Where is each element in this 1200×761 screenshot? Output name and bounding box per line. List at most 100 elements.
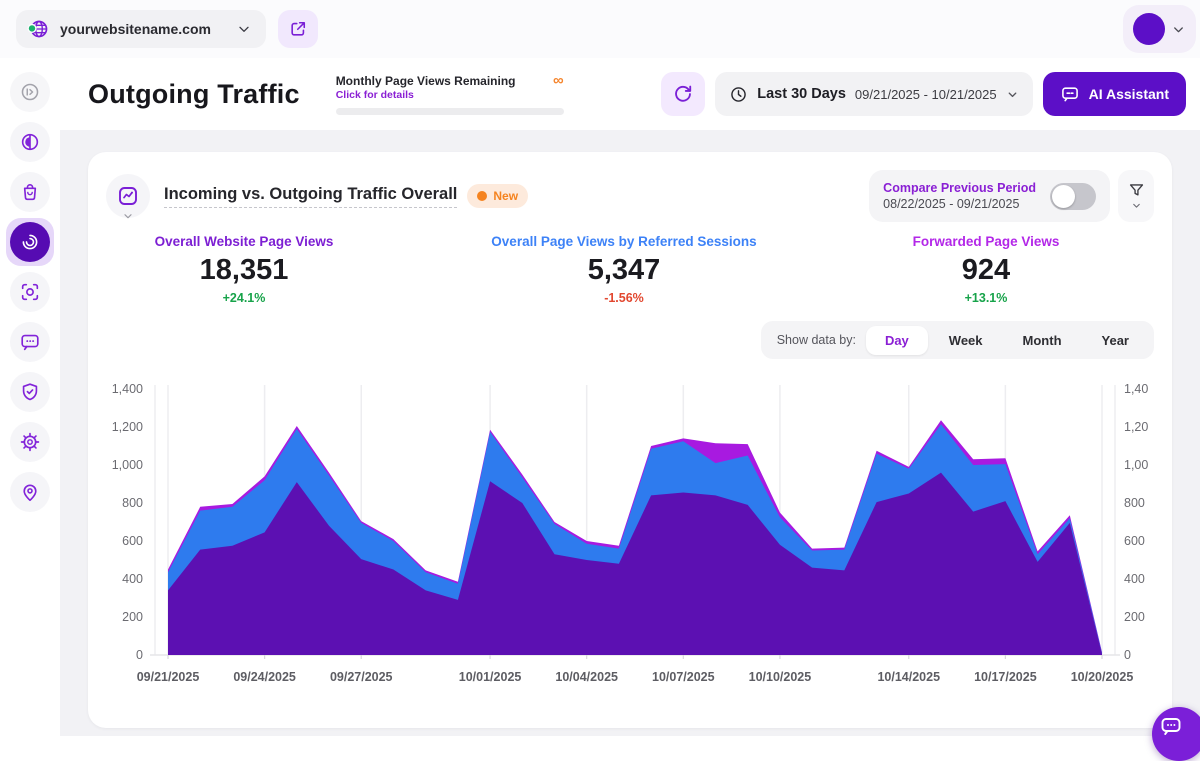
globe-icon	[26, 17, 50, 41]
page-title: Outgoing Traffic	[88, 79, 300, 110]
svg-text:1,000: 1,000	[1124, 458, 1148, 472]
filter-button[interactable]	[1118, 170, 1154, 222]
new-badge: New	[467, 184, 528, 208]
store-bag-icon	[19, 181, 41, 203]
chevron-down-icon	[1131, 200, 1142, 211]
ai-assistant-button[interactable]: AI Assistant	[1043, 72, 1186, 116]
svg-text:600: 600	[122, 534, 143, 548]
stat-value: 18,351	[88, 254, 400, 287]
sidebar-item-settings[interactable]	[10, 422, 50, 462]
date-range-preset: Last 30 Days	[757, 86, 846, 102]
svg-text:10/17/2025: 10/17/2025	[974, 670, 1037, 684]
svg-text:10/01/2025: 10/01/2025	[459, 670, 522, 684]
sidebar	[0, 58, 61, 736]
refresh-button[interactable]	[661, 72, 705, 116]
website-name: yourwebsitename.com	[60, 21, 226, 37]
card-title: Incoming vs. Outgoing Traffic Overall	[164, 185, 457, 208]
website-selector[interactable]: yourwebsitename.com	[16, 10, 266, 48]
tab-day[interactable]: Day	[866, 326, 928, 355]
svg-text:0: 0	[136, 648, 143, 662]
open-website-button[interactable]	[278, 10, 318, 48]
chat-bubble-icon	[1060, 84, 1080, 104]
svg-text:400: 400	[122, 572, 143, 586]
tab-month[interactable]: Month	[1004, 326, 1081, 355]
svg-text:0: 0	[1124, 648, 1131, 662]
tab-week[interactable]: Week	[930, 326, 1002, 355]
funnel-icon	[1127, 181, 1146, 200]
svg-text:400: 400	[1124, 572, 1145, 586]
quota-details-link[interactable]: Click for details	[336, 89, 516, 101]
svg-text:1,000: 1,000	[112, 458, 143, 472]
capture-scan-icon	[19, 281, 41, 303]
stat-delta: -1.56%	[400, 291, 848, 305]
chevron-down-icon	[1006, 88, 1019, 101]
compare-previous-period: Compare Previous Period 08/22/2025 - 09/…	[869, 170, 1110, 222]
chat-messages-icon	[19, 331, 41, 353]
stat-value: 5,347	[400, 254, 848, 287]
svg-text:200: 200	[1124, 610, 1145, 624]
analytics-pie-icon	[19, 131, 41, 153]
svg-text:09/24/2025: 09/24/2025	[233, 670, 296, 684]
main-content: Incoming vs. Outgoing Traffic Overall Ne…	[60, 130, 1200, 736]
avatar	[1133, 13, 1165, 45]
stat-label: Overall Website Page Views	[88, 234, 400, 249]
date-range-picker[interactable]: Last 30 Days 09/21/2025 - 10/21/2025	[715, 72, 1032, 116]
sidebar-item-security[interactable]	[10, 372, 50, 412]
svg-text:200: 200	[122, 610, 143, 624]
svg-text:10/07/2025: 10/07/2025	[652, 670, 715, 684]
compare-label: Compare Previous Period	[883, 180, 1036, 196]
refresh-icon	[672, 83, 694, 105]
location-pin-icon	[19, 481, 41, 503]
settings-gear-icon	[19, 431, 41, 453]
compare-toggle[interactable]	[1050, 183, 1096, 210]
svg-text:1,200: 1,200	[1124, 420, 1148, 434]
chart-widget-icon	[116, 184, 140, 208]
widget-menu-button[interactable]	[106, 174, 150, 218]
tab-year[interactable]: Year	[1083, 326, 1148, 355]
external-link-icon	[288, 19, 308, 39]
badge-dot-icon	[477, 191, 487, 201]
chart-toolbar: Show data by: Day Week Month Year	[88, 321, 1172, 359]
date-range-value: 09/21/2025 - 10/21/2025	[855, 87, 997, 102]
show-data-by-control: Show data by: Day Week Month Year	[761, 321, 1154, 359]
badge-label: New	[493, 189, 518, 203]
sidebar-item-analytics[interactable]	[10, 122, 50, 162]
chart-area: 002002004004006006008008001,0001,0001,20…	[88, 367, 1172, 699]
collapse-sidebar-icon	[19, 81, 41, 103]
svg-text:10/10/2025: 10/10/2025	[749, 670, 812, 684]
stats-row: Overall Website Page Views 18,351 +24.1%…	[88, 234, 1172, 305]
sidebar-item-location[interactable]	[10, 472, 50, 512]
support-chat-button[interactable]	[1152, 707, 1200, 761]
svg-text:09/27/2025: 09/27/2025	[330, 670, 393, 684]
sidebar-item-store[interactable]	[10, 172, 50, 212]
traffic-area-chart: 002002004004006006008008001,0001,0001,20…	[112, 367, 1148, 699]
stat-delta: +13.1%	[848, 291, 1124, 305]
chevron-down-icon	[1171, 22, 1186, 37]
chevron-down-icon	[122, 210, 134, 222]
svg-text:1,400: 1,400	[1124, 382, 1148, 396]
sidebar-item-traffic[interactable]	[6, 218, 54, 266]
traffic-spiral-icon	[10, 222, 50, 262]
quota-label: Monthly Page Views Remaining	[336, 74, 516, 88]
svg-text:09/21/2025: 09/21/2025	[137, 670, 200, 684]
quota-widget: Monthly Page Views Remaining Click for d…	[336, 74, 564, 115]
compare-range: 08/22/2025 - 09/21/2025	[883, 196, 1036, 212]
svg-text:1,200: 1,200	[112, 420, 143, 434]
page-header: Outgoing Traffic Monthly Page Views Rema…	[60, 58, 1200, 131]
svg-text:600: 600	[1124, 534, 1145, 548]
stat-label: Overall Page Views by Referred Sessions	[400, 234, 848, 249]
svg-text:10/14/2025: 10/14/2025	[877, 670, 940, 684]
stat-label: Forwarded Page Views	[848, 234, 1124, 249]
sidebar-item-messages[interactable]	[10, 322, 50, 362]
stat-forwarded-page-views: Forwarded Page Views 924 +13.1%	[848, 234, 1124, 305]
ai-assistant-label: AI Assistant	[1089, 86, 1169, 102]
sidebar-item-capture[interactable]	[10, 272, 50, 312]
traffic-card: Incoming vs. Outgoing Traffic Overall Ne…	[88, 152, 1172, 728]
sidebar-item-collapse[interactable]	[10, 72, 50, 112]
svg-text:10/04/2025: 10/04/2025	[555, 670, 618, 684]
quota-progress-bar	[336, 108, 564, 115]
account-menu[interactable]	[1123, 5, 1196, 53]
chevron-down-icon	[236, 21, 252, 37]
stat-delta: +24.1%	[88, 291, 400, 305]
chat-bubble-icon	[1159, 714, 1183, 738]
